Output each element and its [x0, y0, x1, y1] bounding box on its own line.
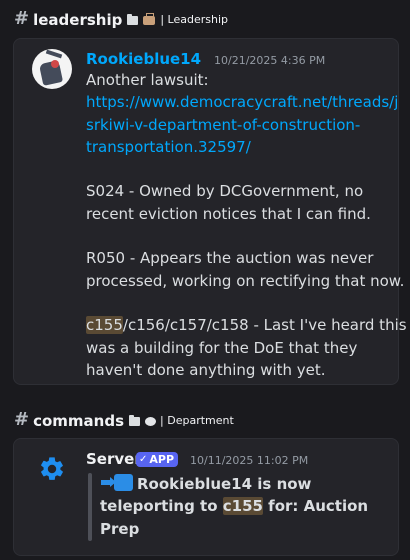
avatar[interactable]	[32, 449, 72, 489]
timestamp: 10/11/2025 11:02 PM	[190, 454, 309, 467]
app-badge-label: APP	[149, 453, 175, 466]
quote-text: for: Auction	[262, 497, 369, 516]
channel-name[interactable]: leadership	[33, 11, 122, 29]
blockquote-bar	[88, 473, 92, 541]
message-card: Server ✓ APP 10/11/2025 11:02 PM Rookieb…	[13, 438, 399, 556]
channel-header-leadership[interactable]: # leadership | Leadership	[14, 8, 228, 30]
username[interactable]: Rookieblue14	[86, 50, 201, 68]
message-text: /c156/c157/c158 - Last I've heard this	[122, 316, 407, 335]
channel-name[interactable]: commands	[33, 412, 124, 430]
message-line: S024 - Owned by DCGovernment, no	[86, 182, 364, 201]
quote-line: teleporting to c155 for: Auction	[100, 495, 368, 517]
message-card: Rookieblue14 10/21/2025 4:36 PM Another …	[13, 38, 407, 385]
thread-hash-icon: #	[14, 409, 30, 430]
checkmark-icon: ✓	[139, 454, 148, 465]
message-line: c155/c156/c157/c158 - Last I've heard th…	[86, 314, 407, 336]
message-line: Another lawsuit:	[86, 71, 209, 89]
app-badge: ✓ APP	[136, 452, 179, 467]
message-line: R050 - Appears the auction was never	[86, 249, 374, 268]
right-arrow-emoji-icon	[101, 474, 133, 491]
speech-bubble-icon	[145, 417, 157, 426]
thread-link[interactable]: transportation.32597/	[86, 136, 407, 158]
quote-line: Rookieblue14 is now	[100, 473, 368, 495]
message-line: was a building for the DoE that they	[86, 338, 358, 357]
thread-link[interactable]: srkiwi-v-department-of-construction-	[86, 114, 407, 136]
timestamp: 10/21/2025 4:36 PM	[214, 54, 326, 67]
message-line: haven't done anything with yet.	[86, 360, 326, 379]
message-line: recent eviction notices that I can find.	[86, 204, 371, 223]
category-label: | Department	[160, 414, 234, 427]
thread-link[interactable]: https://www.democracycraft.net/threads/j	[86, 91, 407, 113]
blockquote: Rookieblue14 is now teleporting to c155 …	[100, 473, 368, 540]
message-line: processed, working on rectifying that no…	[86, 271, 405, 290]
channel-header-commands[interactable]: # commands | Department	[14, 409, 234, 431]
category-label: | Leadership	[160, 13, 228, 26]
search-highlight: c155	[86, 316, 123, 335]
message-content: Another lawsuit: https://www.democracycr…	[86, 69, 407, 381]
thread-hash-icon: #	[14, 8, 30, 29]
quote-text: teleporting to	[100, 497, 223, 516]
folder-icon	[127, 14, 139, 25]
gear-icon	[41, 457, 63, 480]
search-highlight: c155	[222, 497, 263, 516]
folder-icon	[129, 415, 141, 426]
username[interactable]: Server	[86, 450, 142, 468]
quote-line: Prep	[100, 519, 140, 538]
avatar[interactable]	[32, 49, 72, 89]
briefcase-icon	[143, 13, 156, 25]
quote-text: Rookieblue14 is now	[137, 475, 312, 493]
